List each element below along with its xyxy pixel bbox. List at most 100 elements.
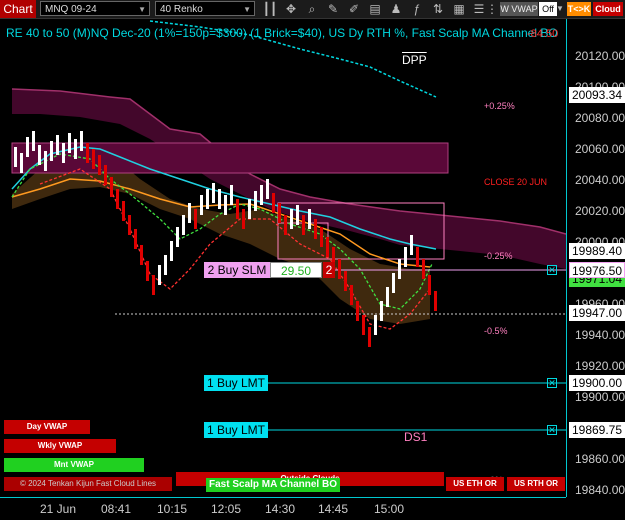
indicators-icon[interactable]: ƒ <box>409 1 425 17</box>
price-box-cyan: 19989.40 <box>569 243 625 259</box>
down-brick <box>242 209 245 229</box>
chevron-down-icon: ▼ <box>243 5 251 14</box>
strategies-icon[interactable]: ♟ <box>388 1 404 17</box>
buy-lmt-order-2[interactable]: 1 Buy LMT <box>204 422 268 438</box>
bar-chart-icon[interactable]: ┃┃ <box>262 1 278 17</box>
tk-button[interactable]: T<>K <box>567 2 591 16</box>
up-brick <box>188 203 191 223</box>
up-brick <box>254 191 257 211</box>
up-brick <box>218 189 221 209</box>
up-brick <box>410 235 413 255</box>
down-brick <box>320 227 323 247</box>
up-brick <box>224 195 227 215</box>
cancel-buy-lmt-2-icon[interactable]: ✕ <box>547 425 557 435</box>
down-brick <box>98 155 101 175</box>
price-tick: 20040.00 <box>575 173 625 187</box>
price-tick: 19900.00 <box>575 390 625 404</box>
price-tick: 19920.00 <box>575 359 625 373</box>
us-eth-or-button[interactable]: US ETH OR <box>446 477 504 491</box>
time-tick: 10:15 <box>157 502 188 516</box>
up-brick <box>308 209 311 229</box>
price-tick: 19860.00 <box>575 452 625 466</box>
time-tick: 14:30 <box>265 502 296 516</box>
time-tick: 14:45 <box>318 502 349 516</box>
chevron-down-icon: ▼ <box>138 5 146 14</box>
down-brick <box>128 215 131 235</box>
day-vwap-button[interactable]: Day VWAP <box>4 420 90 434</box>
pct-minus-label: -0.25% <box>484 251 513 261</box>
up-brick <box>32 131 35 151</box>
down-brick <box>146 261 149 281</box>
down-brick <box>122 201 125 221</box>
dpp-label: DPP <box>402 53 427 67</box>
down-brick <box>428 275 431 295</box>
buy-slm-order-label[interactable]: 2 Buy SLM <box>204 262 270 278</box>
time-tick: 08:41 <box>101 502 132 516</box>
time-axis[interactable]: 21 Jun 08:41 10:15 12:05 14:30 14:45 15:00 <box>0 497 566 520</box>
up-brick <box>200 195 203 215</box>
down-brick <box>104 165 107 185</box>
instrument-selector[interactable]: MNQ 09-24 ▼ <box>40 1 150 16</box>
down-brick <box>368 327 371 347</box>
price-tick: 20120.00 <box>575 49 625 63</box>
trade-icon[interactable]: ⇅ <box>430 1 446 17</box>
chart-toolbar: Chart MNQ 09-24 ▼ 40 Renko ▼ ┃┃ ✥ ⌕ ✎ ✐ … <box>0 0 625 19</box>
buy-slm-price[interactable]: 29.50 <box>270 262 322 278</box>
buy-lmt-order-1[interactable]: 1 Buy LMT <box>204 375 268 391</box>
cancel-buy-slm-icon[interactable]: ✕ <box>547 265 557 275</box>
up-brick <box>26 137 29 157</box>
chevron-down-icon[interactable]: ▼ <box>555 1 565 17</box>
up-brick <box>56 135 59 155</box>
down-brick <box>362 315 365 335</box>
down-brick <box>422 259 425 279</box>
ds1-label: DS1 <box>404 430 428 444</box>
down-brick <box>86 143 89 163</box>
up-brick <box>404 247 407 267</box>
down-brick <box>116 189 119 209</box>
price-tick: 20080.00 <box>575 111 625 125</box>
up-brick <box>266 179 269 199</box>
crosshair-icon[interactable]: ✥ <box>283 1 299 17</box>
time-tick: 21 Jun <box>40 502 77 516</box>
down-brick <box>434 291 437 311</box>
copyright-banner: © 2024 Tenkan Kijun Fast Cloud Lines <box>4 477 172 491</box>
more-icon[interactable]: ⋮ <box>484 1 500 17</box>
draw-icon[interactable]: ✐ <box>346 1 362 17</box>
us-rth-or-button[interactable]: US RTH OR <box>507 477 565 491</box>
down-brick <box>344 271 347 291</box>
mnt-vwap-button[interactable]: Mnt VWAP <box>4 458 144 472</box>
time-tick: 15:00 <box>374 502 405 516</box>
layout-icon[interactable]: ▦ <box>451 1 467 17</box>
up-brick <box>38 145 41 165</box>
chart-plot-area[interactable]: RE 40 to 50 (M)NQ Dec-20 (1%=150p=$300) … <box>0 19 566 497</box>
up-brick <box>290 209 293 229</box>
down-brick <box>302 215 305 235</box>
bar-type-value: 40 Renko <box>160 4 203 15</box>
bar-type-selector[interactable]: 40 Renko ▼ <box>155 1 255 16</box>
down-brick <box>110 177 113 197</box>
chart-title: RE 40 to 50 (M)NQ Dec-20 (1%=150p=$300) … <box>6 26 558 40</box>
down-brick <box>314 219 317 239</box>
down-brick <box>152 275 155 295</box>
close-20-jun-label: CLOSE 20 JUN <box>484 177 548 187</box>
chart-tab[interactable]: Chart <box>0 0 36 18</box>
price-box-buy-lmt-1: 19900.00 <box>569 375 625 391</box>
pencil-icon[interactable]: ✎ <box>325 1 341 17</box>
up-brick <box>398 259 401 279</box>
pct-plus-label: +0.25% <box>484 101 515 111</box>
price-axis[interactable]: 20120.0020100.0020080.0020060.0020040.00… <box>566 19 625 497</box>
wkly-vwap-button[interactable]: Wkly VWAP <box>4 439 116 453</box>
cloud-button[interactable]: Cloud <box>593 2 623 16</box>
down-brick <box>278 203 281 223</box>
cancel-buy-lmt-1-icon[interactable]: ✕ <box>547 378 557 388</box>
fast-scalp-button[interactable]: Fast Scalp MA Channel BO <box>206 478 340 492</box>
up-brick <box>176 227 179 247</box>
properties-icon[interactable]: ▤ <box>367 1 383 17</box>
up-brick <box>392 273 395 293</box>
price-box-close: 19947.00 <box>569 305 625 321</box>
buy-slm-quantity[interactable]: 2 <box>323 262 335 278</box>
up-brick <box>170 241 173 261</box>
up-brick <box>20 153 23 173</box>
zoom-icon[interactable]: ⌕ <box>304 1 320 17</box>
price-box-top: 20093.34 <box>569 87 625 103</box>
